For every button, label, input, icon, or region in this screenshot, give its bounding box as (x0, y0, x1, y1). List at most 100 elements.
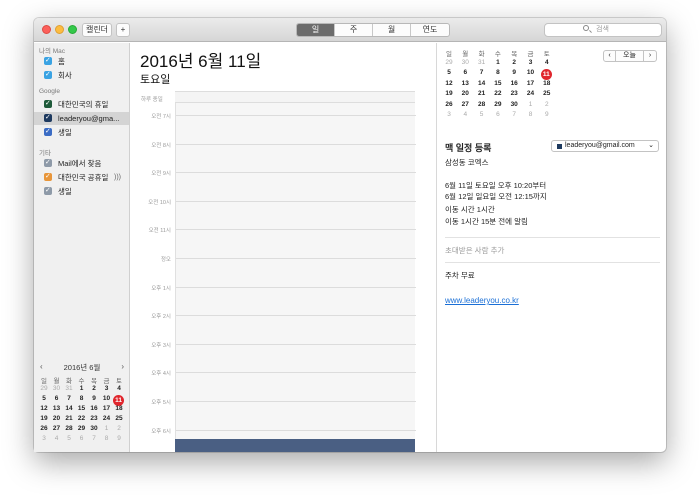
inspector-calendar-day[interactable]: 7 (508, 111, 520, 118)
minimize-button[interactable] (55, 25, 64, 34)
inspector-calendar-day[interactable]: 16 (508, 80, 520, 87)
mini-calendar-day[interactable]: 30 (88, 425, 100, 432)
search-input[interactable]: 검색 (544, 23, 662, 37)
inspector-calendar-day[interactable]: 30 (508, 101, 520, 108)
mini-calendar-day[interactable]: 10 (101, 395, 113, 402)
sidebar-item[interactable]: 생일 (34, 125, 129, 139)
mini-calendar-day[interactable]: 13 (51, 405, 63, 412)
event-location[interactable]: 삼성동 코엑스 (445, 157, 488, 168)
sidebar-item[interactable]: 대한민국 공휴일))) (34, 170, 129, 184)
calendar-select[interactable]: leaderyou@gmail.com ⌄ (551, 140, 659, 152)
inspector-calendar-day[interactable]: 13 (459, 80, 471, 87)
mini-calendar-day[interactable]: 17 (101, 405, 113, 412)
inspector-calendar-day[interactable]: 15 (492, 80, 504, 87)
tab-day[interactable]: 일 (297, 24, 335, 36)
mini-calendar-day[interactable]: 3 (38, 435, 50, 442)
sidebar-item[interactable]: 대한민국의 휴일 (34, 97, 129, 111)
inspector-calendar-day[interactable]: 11 (540, 69, 552, 80)
mini-calendar-day[interactable]: 15 (76, 405, 88, 412)
prev-month-button[interactable]: ‹ (604, 51, 616, 61)
add-event-button[interactable]: + (116, 23, 130, 37)
mini-calendar-day[interactable]: 2 (88, 385, 100, 392)
mini-calendar-day[interactable]: 9 (88, 395, 100, 402)
sidebar-item[interactable]: 회사 (34, 68, 129, 82)
mini-calendar-day[interactable]: 2 (113, 425, 125, 432)
travel-time[interactable]: 이동 시간 1시간 (445, 204, 495, 215)
mini-calendar-day[interactable]: 4 (51, 435, 63, 442)
mini-calendar-day[interactable]: 7 (88, 435, 100, 442)
mini-calendar-day[interactable]: 6 (76, 435, 88, 442)
mini-calendar-day[interactable]: 24 (101, 415, 113, 422)
mini-calendar-day[interactable]: 26 (38, 425, 50, 432)
mini-calendar-day[interactable]: 19 (38, 415, 50, 422)
inspector-calendar-day[interactable]: 1 (525, 101, 537, 108)
inspector-calendar-day[interactable]: 4 (541, 59, 553, 66)
mini-calendar-day[interactable]: 22 (76, 415, 88, 422)
mini-calendar-day[interactable]: 4 (113, 385, 125, 392)
inspector-calendar-day[interactable]: 8 (492, 69, 504, 76)
mini-calendar-day[interactable]: 28 (63, 425, 75, 432)
inspector-calendar-day[interactable]: 26 (443, 101, 455, 108)
inspector-calendar-day[interactable]: 3 (443, 111, 455, 118)
inspector-calendar-day[interactable]: 10 (525, 69, 537, 76)
mini-calendar-day[interactable]: 8 (76, 395, 88, 402)
inspector-calendar-day[interactable]: 14 (476, 80, 488, 87)
inspector-calendar-day[interactable]: 22 (492, 90, 504, 97)
close-button[interactable] (42, 25, 51, 34)
inspector-calendar-day[interactable]: 18 (541, 80, 553, 87)
next-month-arrow[interactable]: › (121, 362, 124, 371)
mini-calendar-day[interactable]: 8 (101, 435, 113, 442)
mini-calendar-day[interactable]: 25 (113, 415, 125, 422)
inspector-calendar-day[interactable]: 6 (459, 69, 471, 76)
inspector-calendar-day[interactable]: 12 (443, 80, 455, 87)
sidebar-item[interactable]: 홈 (34, 54, 129, 68)
mini-calendar-day[interactable]: 6 (51, 395, 63, 402)
inspector-calendar-day[interactable]: 25 (541, 90, 553, 97)
event-time-start[interactable]: 6월 11일 토요일 오후 10:20부터 (445, 180, 546, 191)
inspector-calendar-day[interactable]: 29 (443, 59, 455, 66)
tab-week[interactable]: 주 (335, 24, 373, 36)
inspector-calendar-day[interactable]: 23 (508, 90, 520, 97)
mini-calendar-day[interactable]: 29 (38, 385, 50, 392)
inspector-calendar-day[interactable]: 21 (476, 90, 488, 97)
inspector-calendar-day[interactable]: 9 (508, 69, 520, 76)
calendar-checkbox[interactable] (44, 125, 52, 138)
sidebar-item[interactable]: leaderyou@gma... (34, 111, 129, 125)
mini-calendar-day[interactable]: 27 (51, 425, 63, 432)
inspector-calendar-day[interactable]: 19 (443, 90, 455, 97)
inspector-calendar-day[interactable]: 9 (541, 111, 553, 118)
event-block[interactable] (175, 439, 415, 452)
mini-calendar-day[interactable]: 1 (101, 425, 113, 432)
inspector-calendar-day[interactable]: 24 (525, 90, 537, 97)
inspector-calendar-day[interactable]: 29 (492, 101, 504, 108)
mini-calendar-day[interactable]: 20 (51, 415, 63, 422)
hours-grid[interactable] (175, 103, 416, 452)
tab-year[interactable]: 연도 (411, 24, 449, 36)
mini-calendar-day[interactable]: 9 (113, 435, 125, 442)
calendar-checkbox[interactable] (44, 184, 52, 197)
event-url-link[interactable]: www.leaderyou.co.kr (445, 296, 519, 305)
tab-month[interactable]: 월 (373, 24, 411, 36)
mini-calendar-day[interactable]: 5 (63, 435, 75, 442)
inspector-calendar-day[interactable]: 5 (476, 111, 488, 118)
mini-calendar-day[interactable]: 14 (63, 405, 75, 412)
event-note[interactable]: 주차 무료 (445, 270, 475, 281)
inspector-calendar-day[interactable]: 5 (443, 69, 455, 76)
calendar-checkbox[interactable] (44, 68, 52, 81)
mini-calendar-day[interactable]: 7 (63, 395, 75, 402)
inspector-calendar-day[interactable]: 2 (508, 59, 520, 66)
mini-calendar-day[interactable]: 30 (51, 385, 63, 392)
calendars-button[interactable]: 캘린더 (82, 23, 112, 37)
mini-calendar-day[interactable]: 5 (38, 395, 50, 402)
inspector-calendar-day[interactable]: 30 (459, 59, 471, 66)
inspector-calendar-day[interactable]: 31 (476, 59, 488, 66)
inspector-calendar-day[interactable]: 28 (476, 101, 488, 108)
inspector-calendar-day[interactable]: 4 (459, 111, 471, 118)
all-day-row[interactable] (175, 91, 415, 103)
event-title[interactable]: 맥 일정 등록 (445, 141, 491, 154)
next-month-button[interactable]: › (644, 51, 656, 61)
calendar-checkbox[interactable] (44, 156, 52, 169)
mini-calendar-day[interactable]: 23 (88, 415, 100, 422)
mini-calendar-day[interactable]: 12 (38, 405, 50, 412)
inspector-calendar-day[interactable]: 2 (541, 101, 553, 108)
